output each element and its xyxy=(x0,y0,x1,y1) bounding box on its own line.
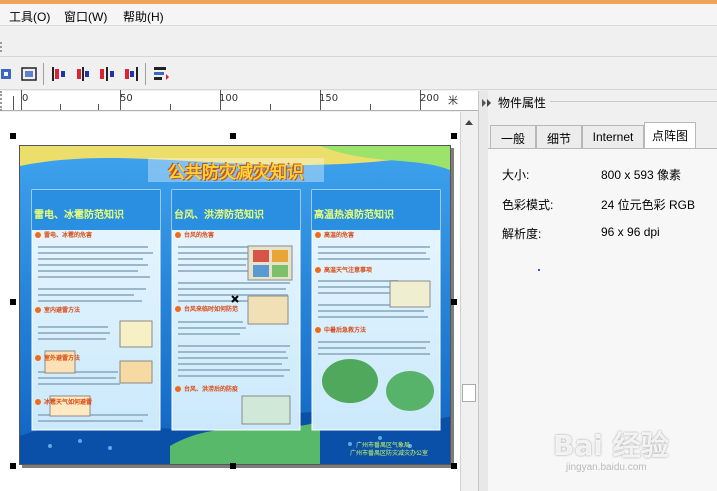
panel-heading-lightning: 雷电、冰雹防范知识 xyxy=(34,210,124,221)
ruler-label-100: 100 xyxy=(219,93,239,104)
panel-sub-lightning-1: 雷电、冰雹的危害 xyxy=(44,233,93,239)
panel-title-divider xyxy=(550,101,717,102)
panel-collapse-icon[interactable] xyxy=(484,97,494,107)
color-mode-label: 色彩模式: xyxy=(502,198,554,212)
scroll-up-arrow-icon[interactable] xyxy=(462,115,476,129)
ruler-label-200: 200 xyxy=(420,93,440,104)
resize-handle-sw[interactable] xyxy=(10,463,16,469)
distribute-right-icon[interactable] xyxy=(122,65,140,83)
stray-dot xyxy=(538,269,540,271)
ruler-label-0: 0 xyxy=(22,93,29,104)
resize-handle-w[interactable] xyxy=(10,299,16,305)
color-mode-value: 24 位元色彩 RGB xyxy=(601,198,696,212)
frame-icon[interactable] xyxy=(20,65,38,83)
panel-sub-heat-1: 高温的危害 xyxy=(324,233,355,239)
panel-sub-typhoon-2: 台风来临时如何防范 xyxy=(184,307,239,313)
resize-handle-nw[interactable] xyxy=(10,133,16,139)
horizontal-ruler: 0 50 100 150 200 米 xyxy=(0,90,478,111)
tab-bitmap[interactable]: 点阵图 xyxy=(644,122,696,149)
vertical-scrollbar[interactable] xyxy=(460,112,478,491)
menu-help[interactable]: 帮助(H) xyxy=(123,8,164,25)
panel-heading-heat: 高温热浪防范知识 xyxy=(314,210,394,221)
panel-sub-typhoon-3: 台风、洪涝后的防疫 xyxy=(184,387,239,393)
menu-bar: 工具(O) 窗口(W) 帮助(H) xyxy=(0,4,717,26)
watermark-url: jingyan.baidu.com xyxy=(566,462,647,473)
poster-footer-2: 广州市番禺区防灾减灾办公室 xyxy=(350,451,429,457)
panel-sub-typhoon-1: 台风的危害 xyxy=(184,233,215,239)
menu-window[interactable]: 窗口(W) xyxy=(64,8,107,25)
resize-handle-e[interactable] xyxy=(451,299,457,305)
poster-title: 公共防灾减灾知识 xyxy=(148,158,324,183)
toolbar-standard xyxy=(0,27,717,57)
distribute-center-icon[interactable] xyxy=(74,65,92,83)
panel-sub-lightning-2: 室内避雷方法 xyxy=(44,308,81,314)
selected-bitmap[interactable]: 公共防灾减灾知识 雷电、冰雹防范知识 台风、洪涝防范知识 高温热浪防范知识 雷电… xyxy=(19,145,451,465)
resize-handle-se[interactable] xyxy=(451,463,457,469)
resize-handle-s[interactable] xyxy=(230,463,236,469)
panel-heading-typhoon: 台风、洪涝防范知识 xyxy=(174,210,264,221)
scroll-thumb[interactable] xyxy=(462,384,476,402)
resize-handle-ne[interactable] xyxy=(451,133,457,139)
panel-sub-heat-2: 高温天气注意事项 xyxy=(324,268,373,274)
size-label: 大小: xyxy=(502,168,530,182)
menu-tools[interactable]: 工具(O) xyxy=(9,8,50,25)
resize-handle-n[interactable] xyxy=(230,133,236,139)
resolution-label: 解析度: xyxy=(502,227,542,241)
watermark-logo: Bai 经验 xyxy=(553,429,669,462)
panel-sub-heat-3: 中暑后急救方法 xyxy=(324,328,367,334)
ruler-unit: 米 xyxy=(448,96,458,107)
toolbar-grip[interactable] xyxy=(0,42,6,52)
ruler-label-150: 150 xyxy=(319,93,339,104)
resolution-value: 96 x 96 dpi xyxy=(601,225,660,239)
panel-splitter[interactable] xyxy=(478,91,488,491)
toolbar-arrange xyxy=(0,58,717,90)
order-icon[interactable] xyxy=(152,65,170,83)
panel-sub-lightning-3: 室外避雷方法 xyxy=(44,356,81,362)
tab-details[interactable]: 细节 xyxy=(536,125,582,148)
distribute-spacing-icon[interactable] xyxy=(98,65,116,83)
size-value: 800 x 593 像素 xyxy=(601,168,682,182)
panel-title: 物件属性 xyxy=(498,96,547,110)
panel-sub-lightning-4: 冰雹天气如何避雷 xyxy=(44,400,93,406)
align-icon[interactable] xyxy=(0,65,18,83)
tab-general[interactable]: 一般 xyxy=(490,125,536,148)
ruler-label-50: 50 xyxy=(120,93,133,104)
distribute-left-icon[interactable] xyxy=(50,65,68,83)
tab-internet[interactable]: Internet xyxy=(582,125,644,148)
